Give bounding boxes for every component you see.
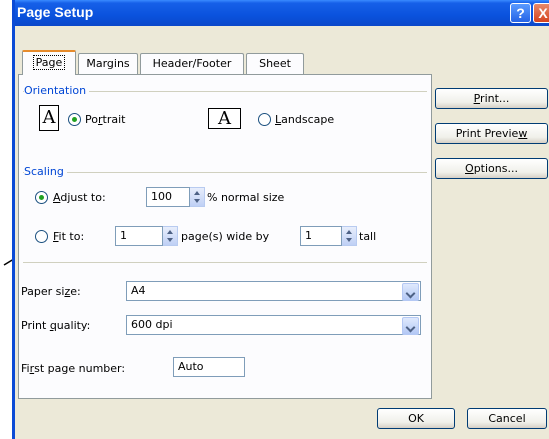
adjust-to-input[interactable]: 100 [146, 187, 190, 207]
print-preview-button[interactable]: Print Preview [435, 123, 548, 144]
portrait-label[interactable]: Portrait [85, 113, 125, 126]
help-icon: ? [516, 5, 525, 21]
page-setup-dialog: Page Setup ? X Page Margins Header/Foote… [12, 0, 549, 439]
chevron-down-icon[interactable] [402, 317, 419, 335]
print-quality-select[interactable]: 600 dpi [126, 315, 421, 335]
print-quality-label: Print quality: [21, 319, 91, 332]
chevron-down-icon[interactable] [402, 283, 419, 301]
tab-sheet[interactable]: Sheet [246, 53, 304, 74]
paper-size-value: A4 [131, 284, 146, 297]
print-quality-value: 600 dpi [131, 318, 173, 331]
page-tab-panel: Orientation A Portrait A Landscape Scali… [18, 74, 432, 399]
landscape-page-icon: A [208, 108, 241, 129]
paper-size-label: Paper size: [21, 285, 81, 298]
orientation-label: Orientation [24, 84, 90, 97]
landscape-radio[interactable] [258, 113, 271, 126]
adjust-to-label[interactable]: Adjust to: [53, 191, 106, 204]
tab-header-footer[interactable]: Header/Footer [140, 53, 244, 74]
fit-to-label[interactable]: Fit to: [53, 230, 84, 243]
fit-tall-input[interactable]: 1 [300, 226, 342, 246]
portrait-radio[interactable] [68, 113, 81, 126]
fit-wide-input[interactable]: 1 [115, 226, 163, 246]
tab-margins[interactable]: Margins [78, 53, 138, 74]
landscape-label[interactable]: Landscape [275, 113, 334, 126]
paper-size-select[interactable]: A4 [126, 281, 421, 301]
portrait-page-icon: A [39, 105, 59, 131]
help-button[interactable]: ? [510, 3, 531, 23]
first-page-number-label: First page number: [21, 362, 126, 375]
ok-button[interactable]: OK [377, 408, 455, 429]
fit-tall-suffix: tall [359, 230, 377, 243]
cancel-button[interactable]: Cancel [467, 408, 547, 429]
close-icon: X [538, 5, 548, 21]
adjust-to-spinner[interactable] [190, 187, 205, 207]
fit-wide-suffix: page(s) wide by [181, 230, 270, 243]
scaling-label: Scaling [24, 165, 67, 178]
print-button[interactable]: Print... [435, 88, 548, 109]
scaling-divider [23, 172, 427, 173]
close-button[interactable]: X [533, 3, 549, 23]
adjust-to-radio[interactable] [35, 191, 48, 204]
fit-to-radio[interactable] [35, 230, 48, 243]
fit-tall-spinner[interactable] [342, 226, 357, 246]
first-page-number-input[interactable]: Auto [173, 357, 245, 377]
adjust-to-suffix: % normal size [207, 191, 285, 204]
window-title: Page Setup [17, 4, 94, 20]
paper-divider [23, 262, 427, 263]
title-bar: Page Setup ? X [15, 0, 549, 26]
options-button[interactable]: Options... [435, 158, 548, 179]
fit-wide-spinner[interactable] [163, 226, 178, 246]
tab-page[interactable]: Page [22, 50, 76, 75]
